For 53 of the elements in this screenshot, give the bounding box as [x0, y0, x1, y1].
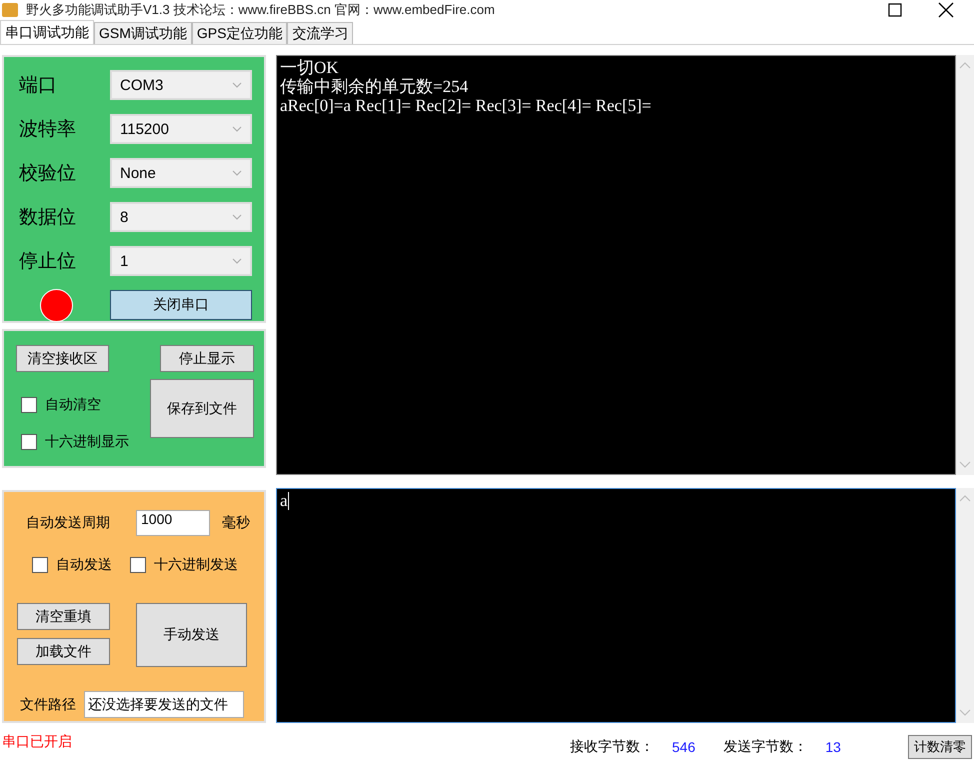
dropdown[interactable]: COM3: [110, 70, 252, 100]
window-title: 野火多功能调试助手V1.3 技术论坛：www.fireBBS.cn 官网：www.embedFire.com: [26, 1, 495, 19]
checkbox-label: 十六进制发送: [154, 556, 238, 574]
rx-label: 接收字节数：: [570, 738, 654, 756]
reset-count-button[interactable]: 计数清零: [908, 735, 972, 759]
path-label: 文件路径: [20, 696, 76, 714]
checkbox-label: 自动发送: [56, 556, 112, 574]
clear-receive-button[interactable]: 清空接收区: [16, 345, 109, 372]
chevron-down-icon: [232, 214, 242, 220]
dropdown[interactable]: 115200: [110, 114, 252, 144]
save-to-file-button[interactable]: 保存到文件: [150, 379, 254, 438]
dropdown[interactable]: 1: [110, 246, 252, 276]
unit-label: 毫秒: [222, 514, 250, 532]
terminal-line: 一切OK: [280, 58, 340, 77]
checkbox[interactable]: [21, 434, 37, 450]
field-label: 停止位: [18, 250, 77, 274]
app-icon: [2, 3, 18, 17]
field-label: 校验位: [18, 162, 77, 186]
terminal-line: 传输中剩余的单元数=254: [280, 77, 470, 96]
terminal-line: aRec[0]=a Rec[1]= Rec[2]= Rec[3]= Rec[4]= Rec[5]=: [280, 96, 652, 115]
chevron-down-icon: [232, 126, 242, 132]
field-label: 波特率: [18, 118, 77, 142]
stop-display-button[interactable]: 停止显示: [160, 345, 254, 372]
port-status-text: 串口已开启: [2, 733, 73, 751]
tab[interactable]: 串口调试功能: [0, 20, 94, 44]
checkbox-label: 十六进制显示: [45, 432, 129, 450]
checkbox-label: 自动清空: [45, 396, 101, 414]
field-label: 端口: [18, 74, 58, 98]
chevron-down-icon: [232, 258, 242, 264]
checkbox[interactable]: [21, 396, 37, 412]
dropdown[interactable]: None: [110, 158, 252, 188]
close-port-button[interactable]: 关闭串口: [110, 290, 252, 320]
rx-count: 546: [672, 739, 696, 755]
checkbox[interactable]: [130, 556, 146, 572]
tx-label: 发送字节数：: [723, 738, 808, 756]
tab[interactable]: GSM调试功能: [94, 22, 192, 44]
checkbox[interactable]: [32, 556, 48, 572]
chevron-down-icon: [232, 82, 242, 88]
dropdown[interactable]: 8: [110, 202, 252, 232]
tab[interactable]: GPS定位功能: [192, 22, 288, 44]
send-button[interactable]: 手动发送: [136, 603, 247, 667]
load-file-button[interactable]: 加载文件: [17, 638, 110, 665]
tab[interactable]: 交流学习: [287, 22, 354, 44]
clear-refill-button[interactable]: 清空重填: [17, 603, 110, 630]
tx-count: 13: [825, 739, 841, 755]
send-field[interactable]: a: [276, 488, 956, 723]
close-icon[interactable]: [938, 2, 954, 18]
chevron-down-icon: [232, 170, 242, 176]
file-path-field[interactable]: 还没选择要发送的文件: [84, 691, 244, 718]
maximize-icon[interactable]: [888, 3, 902, 17]
period-input[interactable]: 1000: [136, 510, 210, 536]
field-label: 数据位: [18, 206, 77, 230]
period-label: 自动发送周期: [26, 514, 111, 532]
